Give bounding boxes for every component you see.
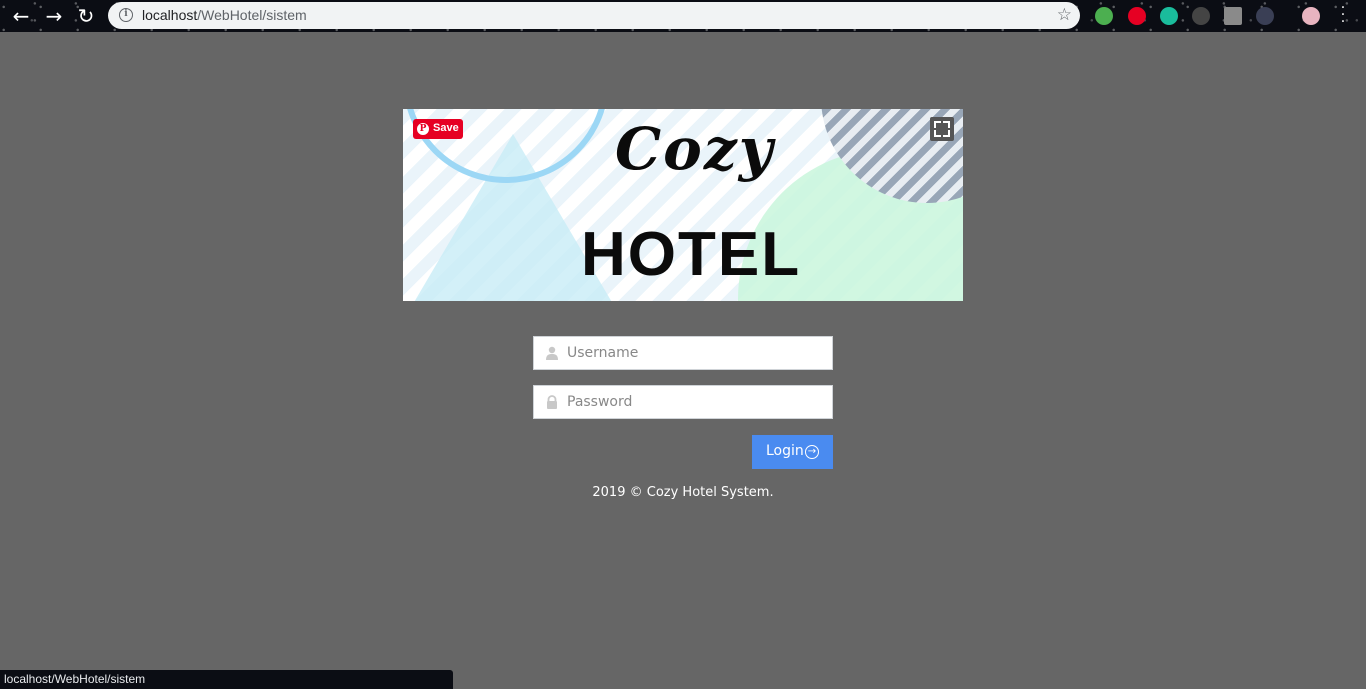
dark-extension-icon[interactable]	[1192, 7, 1210, 25]
username-field[interactable]	[533, 336, 833, 370]
banner-main-title: HOTEL	[581, 220, 802, 289]
menu-kebab-icon[interactable]: · · ·	[1340, 1, 1346, 29]
status-bar-url: localhost/WebHotel/sistem	[0, 670, 453, 689]
forward-icon[interactable]: →	[42, 4, 66, 28]
browser-toolbar: ← → ↻ i localhost/WebHotel/sistem ☆ · · ·	[0, 0, 1366, 32]
fullscreen-icon[interactable]	[930, 117, 954, 141]
v-extension-icon[interactable]	[1224, 7, 1242, 25]
url-path: /WebHotel/sistem	[197, 7, 307, 23]
back-icon[interactable]: ←	[9, 4, 33, 28]
username-input[interactable]	[567, 337, 827, 369]
globe-extension-icon[interactable]	[1095, 7, 1113, 25]
site-info-icon[interactable]: i	[119, 8, 133, 22]
m-extension-icon[interactable]	[1160, 7, 1178, 25]
pinterest-save-label: Save	[433, 122, 459, 134]
profile-avatar-icon[interactable]	[1302, 7, 1320, 25]
address-bar[interactable]: i localhost/WebHotel/sistem ☆	[108, 2, 1080, 29]
user-icon	[546, 346, 558, 360]
bookmark-star-icon[interactable]: ☆	[1057, 5, 1072, 25]
password-input[interactable]	[567, 386, 827, 418]
lock-icon	[547, 395, 557, 409]
banner-script-title: Cozy	[615, 115, 775, 183]
reload-icon[interactable]: ↻	[74, 4, 98, 28]
address-url[interactable]: localhost/WebHotel/sistem	[142, 7, 307, 23]
copyright-footer: 2019 © Cozy Hotel System.	[592, 485, 774, 500]
arrow-circle-right-icon: →	[805, 445, 819, 459]
password-field[interactable]	[533, 385, 833, 419]
pinterest-extension-icon[interactable]	[1128, 7, 1146, 25]
login-button-label: Login	[766, 443, 804, 459]
url-host: localhost	[142, 7, 198, 23]
pinterest-save-button[interactable]: P Save	[413, 119, 463, 139]
circle-extension-icon[interactable]	[1256, 7, 1274, 25]
login-button[interactable]: Login →	[752, 435, 833, 469]
hotel-banner: Cozy HOTEL P Save	[403, 109, 963, 301]
pinterest-icon: P	[417, 123, 429, 135]
